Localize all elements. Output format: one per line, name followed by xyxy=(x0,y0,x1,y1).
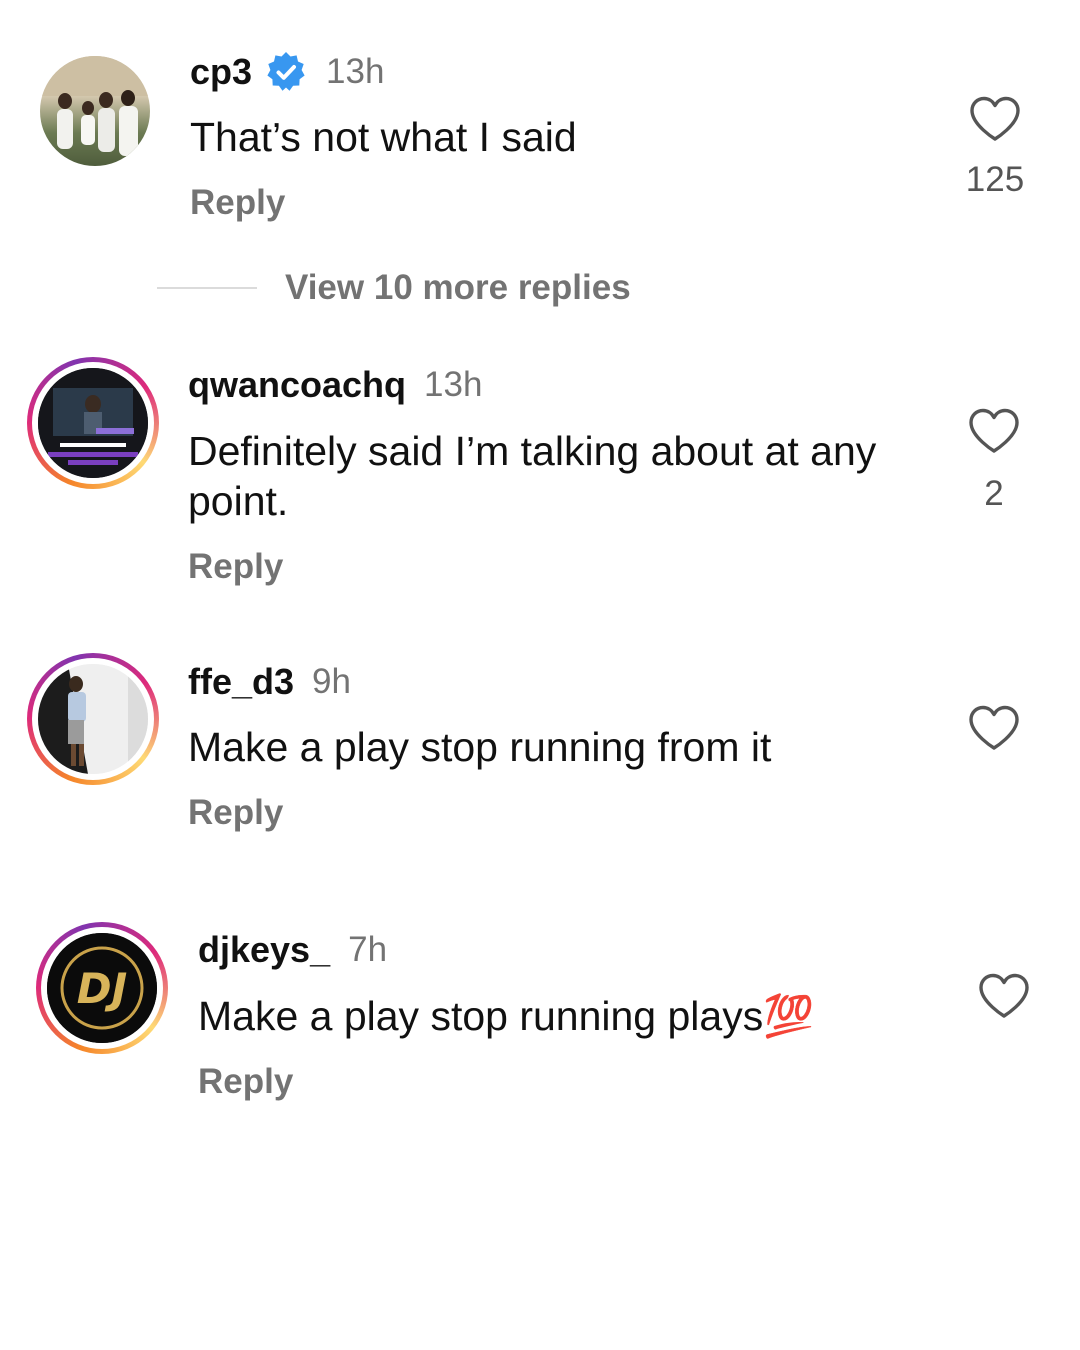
comment-header: djkeys_ 7h xyxy=(198,929,387,971)
comment-text: Make a play stop running from it xyxy=(188,724,772,770)
heart-icon[interactable] xyxy=(968,95,1022,143)
video-thumbnail-icon xyxy=(38,368,148,478)
username[interactable]: cp3 xyxy=(190,51,252,93)
comment-time: 7h xyxy=(348,930,388,969)
view-more-replies-label: View 10 more replies xyxy=(285,268,631,307)
dj-logo-icon: DJ xyxy=(47,933,157,1043)
heart-icon[interactable] xyxy=(977,972,1031,1020)
like-count: 2 xyxy=(984,474,1004,513)
comment-text: Make a play stop running plays💯 xyxy=(198,993,815,1039)
person-photo-icon xyxy=(38,664,148,774)
comment-header: qwancoachq 13h xyxy=(188,364,482,406)
username[interactable]: ffe_d3 xyxy=(188,661,294,703)
reply-button[interactable]: Reply xyxy=(198,1062,293,1102)
avatar[interactable] xyxy=(40,56,150,166)
comment-time: 9h xyxy=(312,662,351,701)
comment-header: ffe_d3 9h xyxy=(188,661,351,703)
reply-button[interactable]: Reply xyxy=(188,793,283,833)
reply-button[interactable]: Reply xyxy=(190,183,285,223)
story-ring[interactable] xyxy=(27,357,159,489)
avatar xyxy=(38,664,148,774)
username[interactable]: qwancoachq xyxy=(188,364,406,406)
divider-line xyxy=(157,287,257,289)
username[interactable]: djkeys_ xyxy=(198,929,330,971)
comment-text: That’s not what I said xyxy=(190,114,577,160)
heart-icon[interactable] xyxy=(967,407,1021,455)
group-photo-icon xyxy=(40,56,150,156)
heart-icon[interactable] xyxy=(967,704,1021,752)
reply-button[interactable]: Reply xyxy=(188,547,283,587)
comment-header: cp3 13h xyxy=(190,50,384,94)
story-ring[interactable] xyxy=(27,653,159,785)
avatar xyxy=(38,368,148,478)
like-count: 125 xyxy=(965,160,1025,199)
comment-time: 13h xyxy=(424,365,483,404)
comment-text: Definitely said I’m talking about at any… xyxy=(188,428,877,524)
story-ring[interactable]: DJ xyxy=(36,922,168,1054)
comment-time: 13h xyxy=(326,52,385,91)
verified-badge-icon xyxy=(264,50,308,94)
view-more-replies[interactable]: View 10 more replies xyxy=(157,268,631,308)
svg-text:DJ: DJ xyxy=(77,964,128,1013)
avatar: DJ xyxy=(47,933,157,1043)
